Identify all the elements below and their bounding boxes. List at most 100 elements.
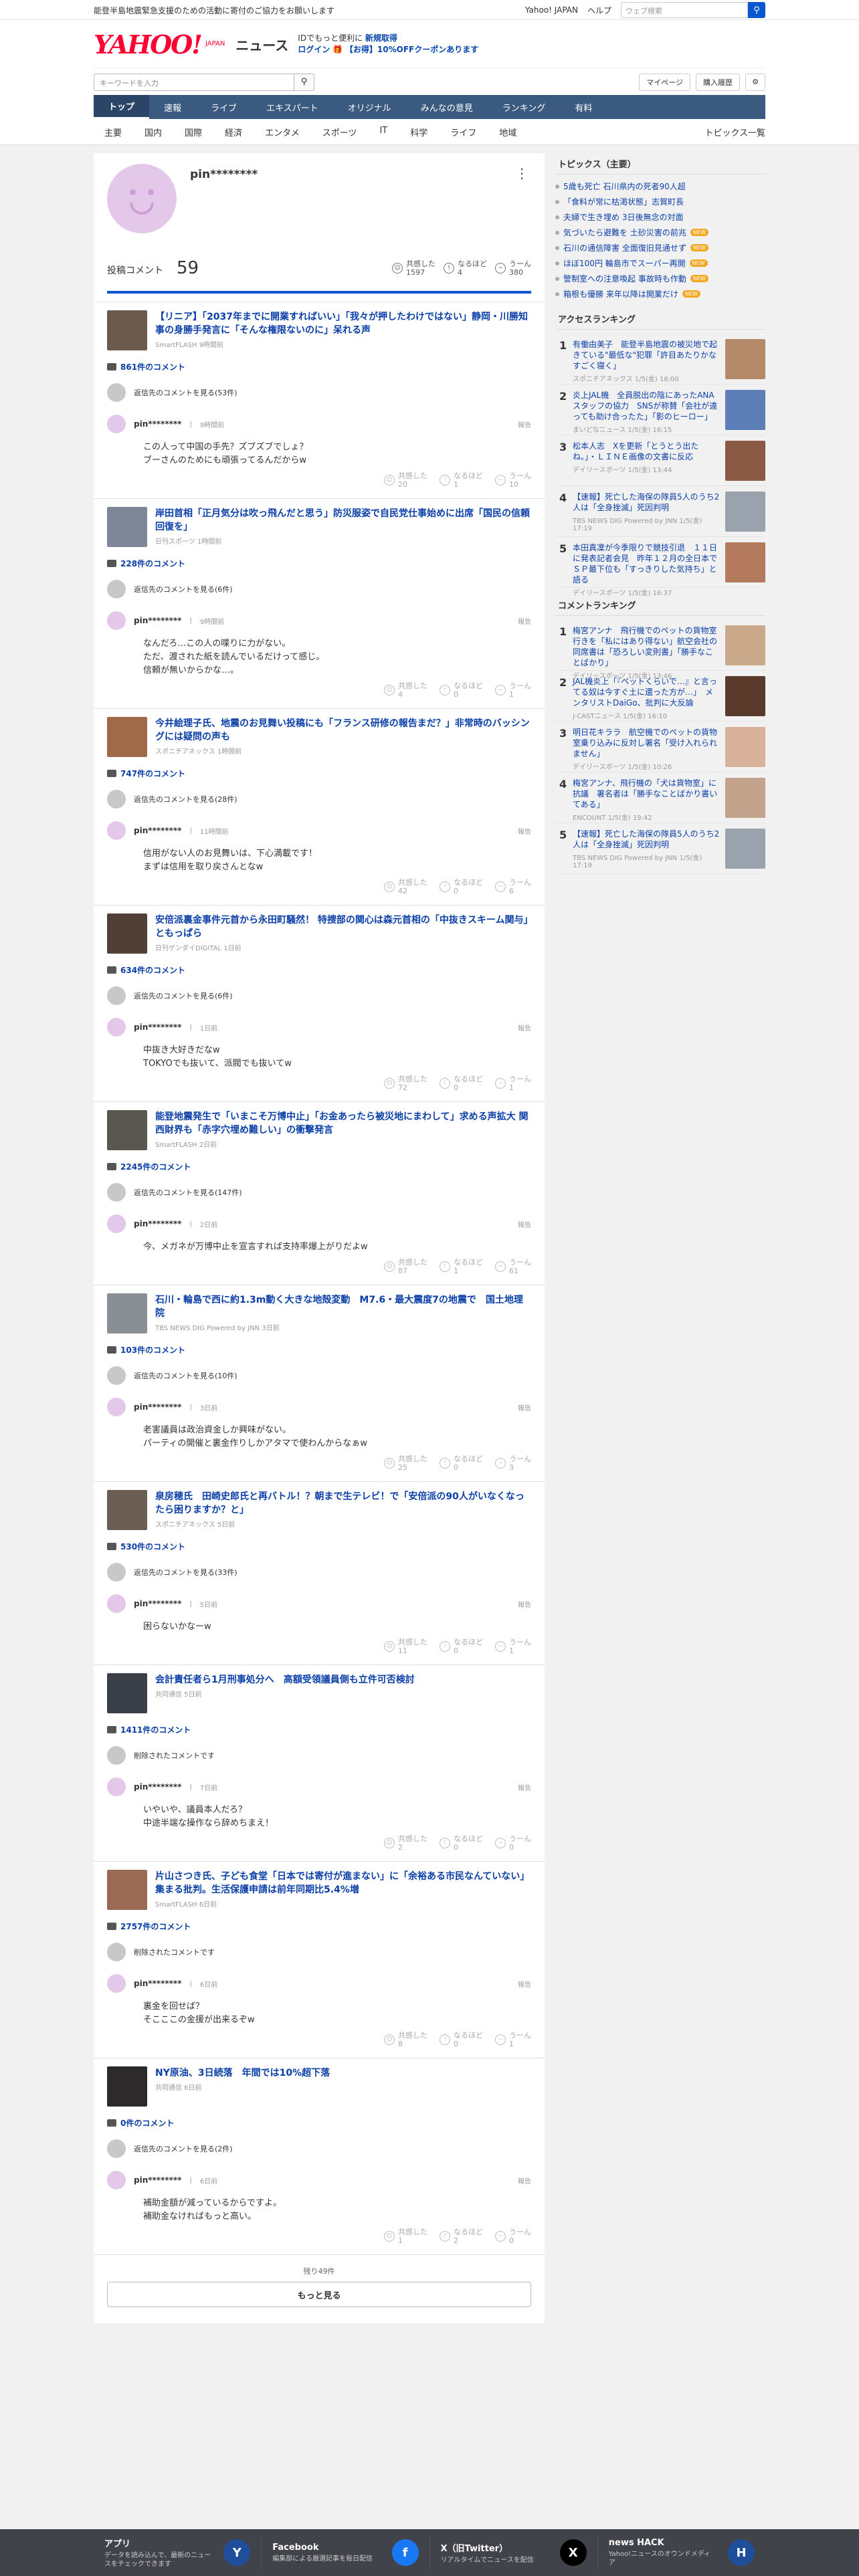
article-title[interactable]: 【リニア】「2037年までに開業すればいい」「我々が押したわけではない」静岡・川…	[155, 310, 531, 337]
report-link[interactable]: 報告	[518, 1782, 531, 1792]
parent-comment-row[interactable]: 返信先のコメントを見る(28件)	[107, 790, 531, 809]
comment-count-link[interactable]: 747件のコメント	[107, 768, 531, 779]
comment-count-link[interactable]: 861件のコメント	[107, 361, 531, 372]
report-link[interactable]: 報告	[518, 1402, 531, 1412]
facebook-icon[interactable]: f	[391, 2539, 419, 2566]
comment-count[interactable]: 634件のコメント	[120, 964, 185, 976]
topic-item[interactable]: 警制室への注意喚起 事故時も作動 NEW	[555, 271, 765, 286]
parent-comment-row[interactable]: 返信先のコメントを見る(6件)	[107, 986, 531, 1005]
ranking-thumbnail[interactable]	[725, 829, 765, 869]
ranking-thumbnail[interactable]	[725, 542, 765, 582]
comment-count-link[interactable]: 2245件のコメント	[107, 1161, 531, 1172]
topic-title[interactable]: 箱根も優勝 来年以降は開業だけ	[563, 288, 678, 300]
report-link[interactable]: 報告	[518, 1023, 531, 1033]
tab-opinion[interactable]: みんなの意見	[406, 95, 488, 119]
topic-item[interactable]: ほぼ100円 輪島市でスーパー再開 NEW	[555, 255, 765, 271]
comment-count-link[interactable]: 0件のコメント	[107, 2117, 531, 2129]
cat-life[interactable]: ライフ	[450, 126, 476, 138]
insight-button[interactable]: ! なるほど 2	[440, 2228, 483, 2245]
ranking-item[interactable]: 4 【速報】死亡した海保の隊員5人のうち2人は「全身挫滅」死因判明 TBS NEWS…	[555, 486, 765, 537]
topic-title[interactable]: 警制室への注意喚起 事故時も作動	[563, 273, 686, 284]
hmm-button[interactable]: ~ うーん 10	[495, 471, 531, 489]
footer-item[interactable]: Facebook 編集部による厳選記事を毎日配信 f	[261, 2536, 429, 2569]
footer-item[interactable]: アプリ データを読み込んで、最新のニュースをチェックできます Y	[94, 2536, 261, 2569]
cat-entertainment[interactable]: エンタメ	[265, 126, 300, 138]
ranking-title[interactable]: 炎上JAL機 全員脱出の陰にあったANAスタッフの協力 SNSが称賛「会社が違っ…	[573, 390, 720, 422]
footer-item[interactable]: X（旧Twitter） リアルタイムでニュースを配信 X	[429, 2536, 597, 2569]
parent-comment-link[interactable]: 返信先のコメントを見る(53件)	[134, 387, 237, 398]
cat-science[interactable]: 科学	[410, 126, 427, 138]
ranking-title[interactable]: 【速報】死亡した海保の隊員5人のうち2人は「全身挫滅」死因判明	[573, 492, 720, 513]
comment-count-link[interactable]: 103件のコメント	[107, 1344, 531, 1356]
parent-comment-link[interactable]: 削除されたコメントです	[134, 1947, 215, 1957]
parent-comment-row[interactable]: 返信先のコメントを見る(6件)	[107, 580, 531, 599]
parent-comment-row[interactable]: 返信先のコメントを見る(2件)	[107, 2139, 531, 2158]
topic-title[interactable]: 5歳も死亡 石川県内の死者90人超	[563, 181, 686, 192]
ranking-item[interactable]: 1 有働由美子 能登半島地震の被災地で起きている"最低な"犯罪「許目あたりかなすご…	[555, 334, 765, 385]
comment-count[interactable]: 530件のコメント	[120, 1541, 185, 1552]
ranking-title[interactable]: JAL機炎上「『ペットくらいで…』と言ってる奴は今すぐ土に還った方が…」 メンタ…	[573, 676, 720, 708]
insight-button[interactable]: ! なるほど 0	[440, 1075, 483, 1092]
topic-item[interactable]: 夫婦で生き埋め 3日後無念の対面	[555, 209, 765, 225]
topic-item[interactable]: 箱根も優勝 来年以降は開業だけ NEW	[555, 286, 765, 302]
ranking-item[interactable]: 1 梅宮アンナ 飛行機でのペットの貨物室行きを「私にはあり得ない」航空会社の同席書…	[555, 620, 765, 680]
empathy-button[interactable]: ☺ 共感した 1	[384, 2228, 427, 2245]
gear-icon[interactable]: ⚙	[745, 73, 765, 91]
parent-comment-link[interactable]: 削除されたコメントです	[134, 1750, 215, 1761]
article-thumbnail[interactable]	[107, 507, 147, 547]
ranking-item[interactable]: 5 【速報】死亡した海保の隊員5人のうち2人は「全身挫滅」死因判明 TBS NEWS…	[555, 823, 765, 874]
parent-comment-row[interactable]: 削除されたコメントです	[107, 1943, 531, 1961]
comment-count[interactable]: 228件のコメント	[120, 558, 185, 569]
all-topics-link[interactable]: トピックス一覧	[704, 126, 765, 138]
parent-comment-link[interactable]: 返信先のコメントを見る(6件)	[134, 584, 233, 595]
web-search-input[interactable]: ウェブ検索	[621, 2, 748, 18]
tab-breaking[interactable]: 速報	[149, 95, 196, 119]
comment-count[interactable]: 2757件のコメント	[120, 1921, 191, 1932]
footer-title[interactable]: アプリ	[104, 2537, 211, 2549]
topic-item[interactable]: 石川の通信障害 全面復旧見通せず NEW	[555, 240, 765, 255]
empathy-button[interactable]: ☺ 共感した 8	[384, 2031, 427, 2048]
insight-button[interactable]: ! なるほど 0	[440, 2031, 483, 2048]
topic-item[interactable]: 気づいたら避難を 土砂災害の前兆 NEW	[555, 225, 765, 240]
yahoo-logo[interactable]: YAHOO!	[94, 29, 203, 60]
parent-comment-row[interactable]: 削除されたコメントです	[107, 1746, 531, 1765]
comment-count-link[interactable]: 1411件のコメント	[107, 1724, 531, 1735]
tab-ranking[interactable]: ランキング	[488, 95, 561, 119]
search-icon[interactable]: ⚲	[748, 2, 765, 18]
donation-notice[interactable]: 能登半島地震緊急支援のための活動に寄付のご協力をお願いします	[94, 5, 335, 16]
footer-title[interactable]: Facebook	[272, 2543, 379, 2553]
comment-count[interactable]: 747件のコメント	[120, 768, 185, 779]
topic-item[interactable]: 5歳も死亡 石川県内の死者90人超	[555, 179, 765, 194]
empathy-button[interactable]: ☺ 共感した 11	[384, 1638, 427, 1655]
tab-top[interactable]: トップ	[94, 95, 150, 119]
parent-comment-row[interactable]: 返信先のコメントを見る(53件)	[107, 383, 531, 402]
ranking-thumbnail[interactable]	[725, 339, 765, 379]
article-title[interactable]: 岸田首相「正月気分は吹っ飛んだと思う」防災服姿で自民党仕事始めに出席「国民の信頼…	[155, 507, 531, 534]
more-menu-icon[interactable]: ⋮	[515, 165, 529, 181]
topic-title[interactable]: 夫婦で生き埋め 3日後無念の対面	[563, 211, 683, 223]
login-link[interactable]: ログイン	[298, 45, 330, 54]
parent-comment-link[interactable]: 返信先のコメントを見る(10件)	[134, 1370, 237, 1381]
topic-title[interactable]: 「食料が常に枯渇状態」志賀町長	[563, 196, 684, 207]
article-title[interactable]: 会計責任者ら1月刑事処分へ 高額受領議員側も立件可否検討	[155, 1673, 415, 1687]
ranking-title[interactable]: 松本人志 Xを更新「とうとう出たね。」・ＬＩＮＥ画像の文書に反応	[573, 441, 720, 462]
help-link[interactable]: ヘルプ	[587, 5, 611, 16]
tab-live[interactable]: ライブ	[196, 95, 252, 119]
ranking-title[interactable]: 本田真凜が今季限りで競技引退 １１日に発表記者会見 昨年１２月の全日本でＳＰ最下…	[573, 542, 720, 585]
empathy-button[interactable]: ☺ 共感した 2	[384, 1834, 427, 1852]
comment-count[interactable]: 861件のコメント	[120, 361, 185, 372]
comment-count-link[interactable]: 530件のコメント	[107, 1541, 531, 1552]
report-link[interactable]: 報告	[518, 826, 531, 836]
insight-button[interactable]: ! なるほど 0	[440, 681, 483, 699]
empathy-button[interactable]: ☺ 共感した 25	[384, 1455, 427, 1472]
report-link[interactable]: 報告	[518, 616, 531, 626]
signup-link[interactable]: 新規取得	[365, 33, 397, 43]
empathy-button[interactable]: ☺ 共感した 72	[384, 1075, 427, 1092]
hmm-button[interactable]: ~ うーん 1	[495, 1075, 531, 1092]
footer-item[interactable]: news HACK Yahoo!ニュースのオウンドメディア H	[597, 2536, 765, 2569]
ranking-thumbnail[interactable]	[725, 390, 765, 430]
insight-button[interactable]: ! なるほど 1	[440, 1258, 483, 1275]
hmm-button[interactable]: ~ うーん 1	[495, 1638, 531, 1655]
hmm-button[interactable]: ~ うーん 6	[495, 878, 531, 895]
report-link[interactable]: 報告	[518, 1979, 531, 1989]
